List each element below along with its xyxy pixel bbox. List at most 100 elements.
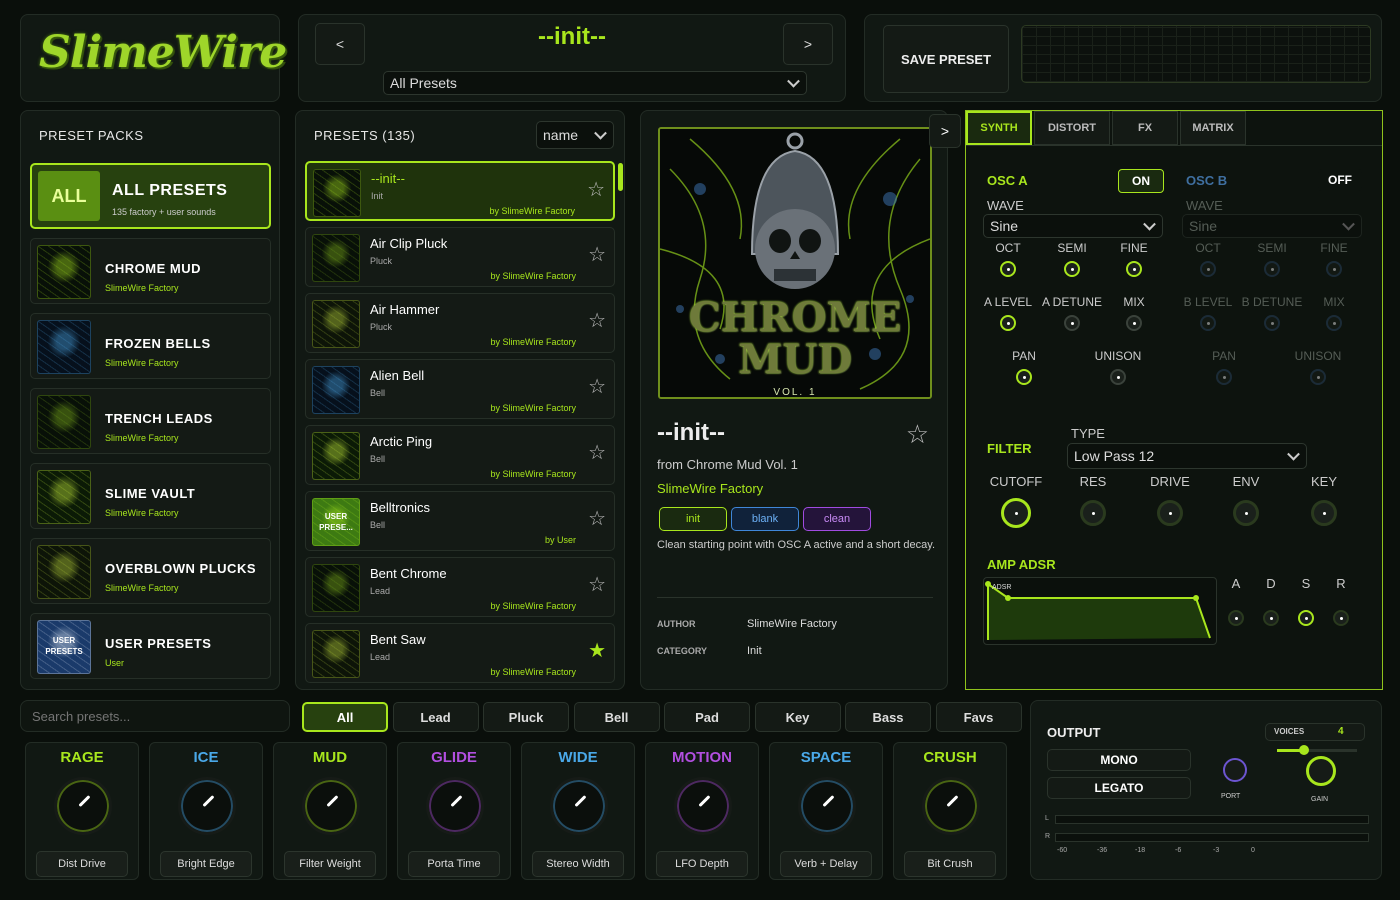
macro-knob[interactable] xyxy=(54,777,112,835)
pack-thumbnail xyxy=(37,245,91,299)
amp-s-knob[interactable] xyxy=(1298,610,1314,626)
preset-name: Bent Chrome xyxy=(370,566,447,581)
category-bell-button[interactable]: Bell xyxy=(573,702,660,732)
macro-knob[interactable] xyxy=(550,777,608,835)
macro-glide: GLIDE Porta Time xyxy=(397,742,511,880)
adsr-graph[interactable]: ADSR xyxy=(983,577,1217,645)
tag-blank[interactable]: blank xyxy=(731,507,799,531)
star-filled-icon[interactable]: ★ xyxy=(588,638,606,663)
macro-knob[interactable] xyxy=(798,777,856,835)
tab-matrix[interactable]: MATRIX xyxy=(1180,111,1246,145)
pack-slime-vault[interactable]: SLIME VAULT SlimeWire Factory xyxy=(30,463,271,529)
pack-thumbnail xyxy=(313,169,361,217)
category-pad-button[interactable]: Pad xyxy=(664,702,750,732)
pack-trench-leads[interactable]: TRENCH LEADS SlimeWire Factory xyxy=(30,388,271,454)
preset-row[interactable]: Air Clip Pluck Pluck by SlimeWire Factory ☆ xyxy=(305,227,615,287)
star-outline-icon[interactable]: ☆ xyxy=(588,308,606,333)
tab-fx[interactable]: FX xyxy=(1112,111,1178,145)
osc-a-toggle[interactable]: ON xyxy=(1118,169,1164,193)
preset-row[interactable]: Bent Saw Lead by SlimeWire Factory ★ xyxy=(305,623,615,683)
list-scrollbar[interactable] xyxy=(618,163,623,191)
osc_a-a-level-knob[interactable] xyxy=(1000,315,1016,331)
favorite-star-icon[interactable]: ☆ xyxy=(906,419,929,450)
osc-b-toggle[interactable]: OFF xyxy=(1318,169,1362,191)
star-outline-icon[interactable]: ☆ xyxy=(588,374,606,399)
pack-chrome-mud[interactable]: CHROME MUD SlimeWire Factory xyxy=(30,238,271,304)
osc_b-b-level-knob[interactable] xyxy=(1200,315,1216,331)
preset-row[interactable]: Air Hammer Pluck by SlimeWire Factory ☆ xyxy=(305,293,615,353)
osc_a-mix-knob[interactable] xyxy=(1126,315,1142,331)
tag-clean[interactable]: clean xyxy=(803,507,871,531)
voices-slider-handle[interactable] xyxy=(1299,745,1309,755)
star-outline-icon[interactable]: ☆ xyxy=(588,572,606,597)
detail-author-link[interactable]: SlimeWire Factory xyxy=(657,481,763,496)
pack-all-presets[interactable]: ALL ALL PRESETS 135 factory + user sound… xyxy=(30,163,271,229)
osc-b-wave-select[interactable]: Sine xyxy=(1182,214,1362,238)
macro-knob[interactable] xyxy=(922,777,980,835)
amp-a-knob[interactable] xyxy=(1228,610,1244,626)
preset-row[interactable]: Arctic Ping Bell by SlimeWire Factory ☆ xyxy=(305,425,615,485)
category-pluck-button[interactable]: Pluck xyxy=(483,702,569,732)
macro-knob[interactable] xyxy=(178,777,236,835)
osc_a-unison-knob[interactable] xyxy=(1110,369,1126,385)
save-preset-button[interactable]: SAVE PRESET xyxy=(883,25,1009,93)
filter-env-knob[interactable] xyxy=(1233,500,1259,526)
osc_b-semi-knob[interactable] xyxy=(1264,261,1280,277)
amp-r-knob[interactable] xyxy=(1333,610,1349,626)
star-outline-icon[interactable]: ☆ xyxy=(588,440,606,465)
osc-a-wave-select[interactable]: Sine xyxy=(983,214,1163,238)
expand-synth-button[interactable]: > xyxy=(929,114,961,148)
osc_b-b-detune-knob[interactable] xyxy=(1264,315,1280,331)
preset-row[interactable]: Bent Chrome Lead by SlimeWire Factory ☆ xyxy=(305,557,615,617)
macro-knob[interactable] xyxy=(302,777,360,835)
osc_a-pan-knob[interactable] xyxy=(1016,369,1032,385)
tab-synth[interactable]: SYNTH xyxy=(966,111,1032,145)
chevron-down-icon xyxy=(1143,217,1156,231)
sort-select[interactable]: name xyxy=(536,121,614,149)
pack-overblown-plucks[interactable]: OVERBLOWN PLUCKS SlimeWire Factory xyxy=(30,538,271,604)
preset-row[interactable]: USER PRESE... Belltronics Bell by User ☆ xyxy=(305,491,615,551)
port-knob[interactable] xyxy=(1223,758,1247,782)
category-key-button[interactable]: Key xyxy=(754,702,841,732)
category-all-button[interactable]: All xyxy=(302,702,388,732)
osc_a-oct-knob[interactable] xyxy=(1000,261,1016,277)
pack-frozen-bells[interactable]: FROZEN BELLS SlimeWire Factory xyxy=(30,313,271,379)
voices-control[interactable]: VOICES 4 xyxy=(1265,723,1365,741)
category-favs-button[interactable]: Favs xyxy=(935,702,1022,732)
filter-drive-knob[interactable] xyxy=(1157,500,1183,526)
osc_b-mix-knob[interactable] xyxy=(1326,315,1342,331)
gain-knob[interactable] xyxy=(1306,756,1336,786)
star-outline-icon[interactable]: ☆ xyxy=(588,506,606,531)
filter-res-knob[interactable] xyxy=(1080,500,1106,526)
preset-row[interactable]: --init-- Init by SlimeWire Factory ☆ xyxy=(305,161,615,221)
next-preset-button[interactable]: > xyxy=(783,23,833,65)
osc_b-pan-knob[interactable] xyxy=(1216,369,1232,385)
amp-d-knob[interactable] xyxy=(1263,610,1279,626)
osc_a-fine-knob[interactable] xyxy=(1126,261,1142,277)
mono-button[interactable]: MONO xyxy=(1047,749,1191,771)
pack-user-presets[interactable]: USER PRESETS USER PRESETS User xyxy=(30,613,271,679)
search-input[interactable] xyxy=(21,701,281,731)
osc_a-a-detune-knob[interactable] xyxy=(1064,315,1080,331)
osc_b-oct-knob[interactable] xyxy=(1200,261,1216,277)
preset-filter-select[interactable]: All Presets xyxy=(383,71,807,95)
tag-init[interactable]: init xyxy=(659,507,727,531)
tab-distort[interactable]: DISTORT xyxy=(1034,111,1110,145)
prev-preset-button[interactable]: < xyxy=(315,23,365,65)
osc_a-pan-label: PAN xyxy=(1012,349,1036,363)
filter-key-knob[interactable] xyxy=(1311,500,1337,526)
knob-indicator xyxy=(1022,375,1026,379)
osc_a-semi-knob[interactable] xyxy=(1064,261,1080,277)
category-bass-button[interactable]: Bass xyxy=(845,702,931,732)
preset-row[interactable]: Alien Bell Bell by SlimeWire Factory ☆ xyxy=(305,359,615,419)
star-outline-icon[interactable]: ☆ xyxy=(588,242,606,267)
osc_b-unison-knob[interactable] xyxy=(1310,369,1326,385)
star-outline-icon[interactable]: ☆ xyxy=(587,177,605,202)
osc_b-fine-knob[interactable] xyxy=(1326,261,1342,277)
filter-type-select[interactable]: Low Pass 12 xyxy=(1067,443,1307,469)
filter-cutoff-knob[interactable] xyxy=(1001,498,1031,528)
macro-knob[interactable] xyxy=(674,777,732,835)
legato-button[interactable]: LEGATO xyxy=(1047,777,1191,799)
macro-knob[interactable] xyxy=(426,777,484,835)
category-lead-button[interactable]: Lead xyxy=(392,702,479,732)
